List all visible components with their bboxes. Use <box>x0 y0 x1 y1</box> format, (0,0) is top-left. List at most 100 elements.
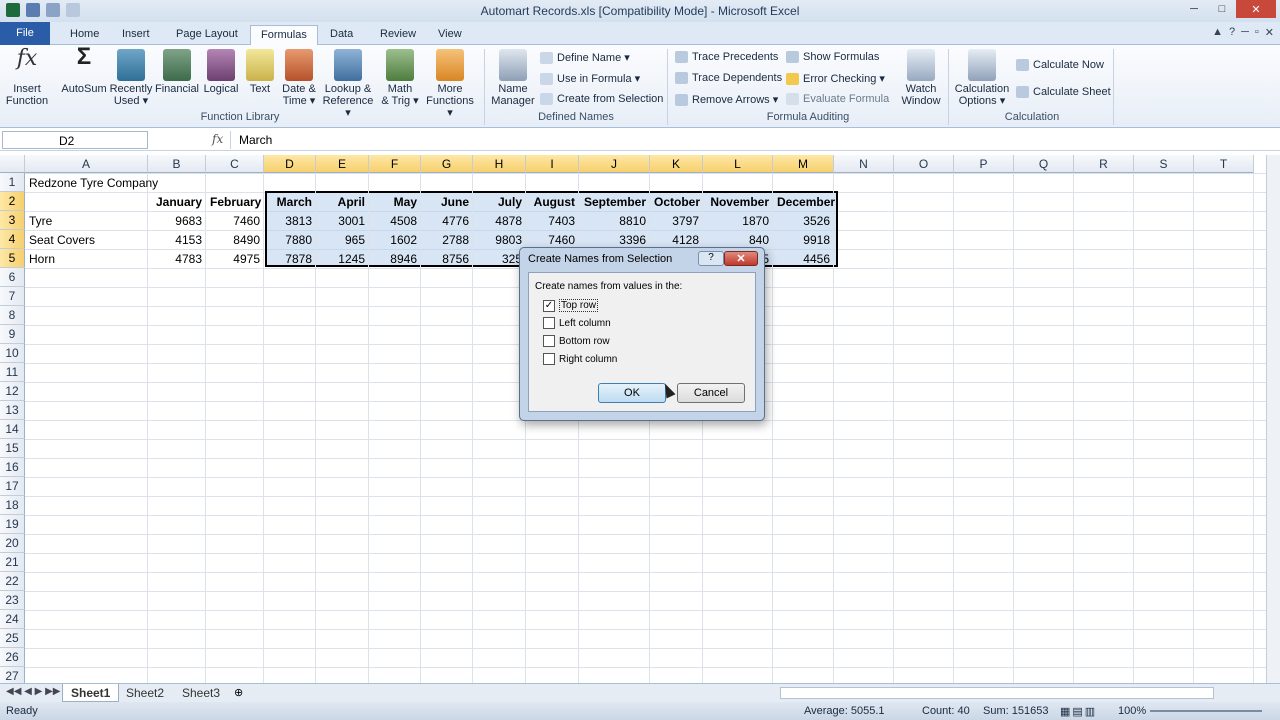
data-cell[interactable]: 965 <box>316 230 369 249</box>
show-formulas-button[interactable]: Show Formulas <box>786 51 879 63</box>
recently-used-button[interactable]: Recently Used ▾ <box>108 49 154 107</box>
column-header[interactable]: C <box>206 155 264 173</box>
row-header[interactable]: 3 <box>0 211 25 230</box>
row-header[interactable]: 25 <box>0 629 25 648</box>
month-header-cell[interactable]: May <box>369 192 421 211</box>
bottom-row-checkbox[interactable]: Bottom row <box>543 335 610 347</box>
workbook-close-icon[interactable]: ✕ <box>1265 26 1274 39</box>
date-time-button[interactable]: Date & Time ▾ <box>278 49 320 107</box>
close-icon[interactable]: ✕ <box>1236 0 1276 18</box>
tab-file[interactable]: File <box>0 22 50 45</box>
row-header[interactable]: 5 <box>0 249 25 268</box>
lookup-reference-button[interactable]: Lookup & Reference ▾ <box>320 49 376 119</box>
column-header[interactable]: J <box>579 155 650 173</box>
sheet-tab-sheet3[interactable]: Sheet3 <box>174 684 228 702</box>
create-from-selection-button[interactable]: Create from Selection <box>540 93 663 105</box>
name-manager-button[interactable]: Name Manager <box>490 49 536 107</box>
calculate-now-button[interactable]: Calculate Now <box>1016 59 1104 71</box>
column-header[interactable]: D <box>264 155 316 173</box>
row-header[interactable]: 27 <box>0 667 25 683</box>
tab-insert[interactable]: Insert <box>112 25 160 45</box>
row-header[interactable]: 18 <box>0 496 25 515</box>
row-header[interactable]: 12 <box>0 382 25 401</box>
column-header[interactable]: M <box>773 155 834 173</box>
column-header[interactable]: A <box>25 155 148 173</box>
autosum-button[interactable]: Σ AutoSum <box>60 45 108 96</box>
data-cell[interactable]: 3813 <box>264 211 316 230</box>
collapse-ribbon-icon[interactable]: ▲ <box>1212 26 1223 39</box>
column-header[interactable]: G <box>421 155 473 173</box>
tab-formulas[interactable]: Formulas <box>250 25 318 46</box>
data-cell[interactable]: 1245 <box>316 249 369 268</box>
data-cell[interactable]: 4975 <box>206 249 264 268</box>
sheet-nav-icon[interactable]: ◀◀ ◀ ▶ ▶▶ <box>6 686 60 697</box>
data-cell[interactable]: 3526 <box>773 211 834 230</box>
tab-review[interactable]: Review <box>370 25 426 45</box>
month-header-cell[interactable]: June <box>421 192 473 211</box>
sheet-tab-sheet2[interactable]: Sheet2 <box>118 684 172 702</box>
horizontal-scrollbar[interactable] <box>780 687 1214 699</box>
month-header-cell[interactable]: July <box>473 192 526 211</box>
data-cell[interactable]: 7878 <box>264 249 316 268</box>
tab-page-layout[interactable]: Page Layout <box>166 25 248 45</box>
row-header[interactable]: 23 <box>0 591 25 610</box>
row-header[interactable]: 20 <box>0 534 25 553</box>
column-header[interactable]: T <box>1194 155 1254 173</box>
trace-precedents-button[interactable]: Trace Precedents <box>675 51 778 63</box>
use-in-formula-button[interactable]: Use in Formula ▾ <box>540 72 640 85</box>
tab-home[interactable]: Home <box>60 25 109 45</box>
column-header[interactable]: E <box>316 155 369 173</box>
item-name-cell[interactable]: Tyre <box>25 211 148 230</box>
data-cell[interactable]: 9683 <box>148 211 206 230</box>
data-cell[interactable]: 2788 <box>421 230 473 249</box>
month-header-cell[interactable]: December <box>773 192 835 211</box>
cancel-button[interactable]: Cancel <box>677 383 745 403</box>
data-cell[interactable]: 4776 <box>421 211 473 230</box>
vertical-scrollbar[interactable] <box>1266 155 1280 683</box>
row-header[interactable]: 24 <box>0 610 25 629</box>
month-header-cell[interactable]: October <box>650 192 703 211</box>
zoom-level[interactable]: 100% <box>1118 705 1146 717</box>
column-header[interactable]: R <box>1074 155 1134 173</box>
new-sheet-icon[interactable]: ⊕ <box>234 686 243 699</box>
data-cell[interactable]: 1602 <box>369 230 421 249</box>
row-header[interactable]: 4 <box>0 230 25 249</box>
month-header-cell[interactable]: February <box>206 192 264 211</box>
help-button[interactable]: ? <box>698 251 724 266</box>
data-cell[interactable]: 7880 <box>264 230 316 249</box>
calculation-options-button[interactable]: Calculation Options ▾ <box>952 49 1012 107</box>
row-header[interactable]: 6 <box>0 268 25 287</box>
sheet-tab-sheet1[interactable]: Sheet1 <box>62 684 120 702</box>
column-header[interactable]: Q <box>1014 155 1074 173</box>
sheet-title-cell[interactable]: Redzone Tyre Company <box>25 173 158 192</box>
item-name-cell[interactable]: Seat Covers <box>25 230 148 249</box>
data-cell[interactable]: 3797 <box>650 211 703 230</box>
left-column-checkbox[interactable]: Left column <box>543 317 611 329</box>
row-header[interactable]: 26 <box>0 648 25 667</box>
workbook-restore-icon[interactable]: ▫ <box>1255 26 1259 39</box>
tab-data[interactable]: Data <box>320 25 363 45</box>
data-cell[interactable]: 7460 <box>206 211 264 230</box>
column-header[interactable]: B <box>148 155 206 173</box>
name-box[interactable]: D2 <box>2 131 148 149</box>
column-header[interactable]: P <box>954 155 1014 173</box>
row-header[interactable]: 17 <box>0 477 25 496</box>
workbook-minimize-icon[interactable]: ─ <box>1241 26 1249 39</box>
view-buttons-icon[interactable]: ▦▤▥ <box>1060 705 1097 718</box>
column-header[interactable]: L <box>703 155 773 173</box>
minimize-icon[interactable]: ─ <box>1180 0 1208 18</box>
row-header[interactable]: 16 <box>0 458 25 477</box>
data-cell[interactable]: 7403 <box>526 211 579 230</box>
data-cell[interactable]: 4878 <box>473 211 526 230</box>
row-header[interactable]: 9 <box>0 325 25 344</box>
define-name-button[interactable]: Define Name ▾ <box>540 51 630 64</box>
data-cell[interactable]: 8810 <box>579 211 650 230</box>
right-column-checkbox[interactable]: Right column <box>543 353 617 365</box>
month-header-cell[interactable]: November <box>703 192 773 211</box>
column-header[interactable]: I <box>526 155 579 173</box>
column-header[interactable]: H <box>473 155 526 173</box>
select-all-button[interactable] <box>0 155 25 173</box>
data-cell[interactable]: 3001 <box>316 211 369 230</box>
dialog-close-button[interactable]: ✕ <box>724 251 758 266</box>
row-header[interactable]: 7 <box>0 287 25 306</box>
